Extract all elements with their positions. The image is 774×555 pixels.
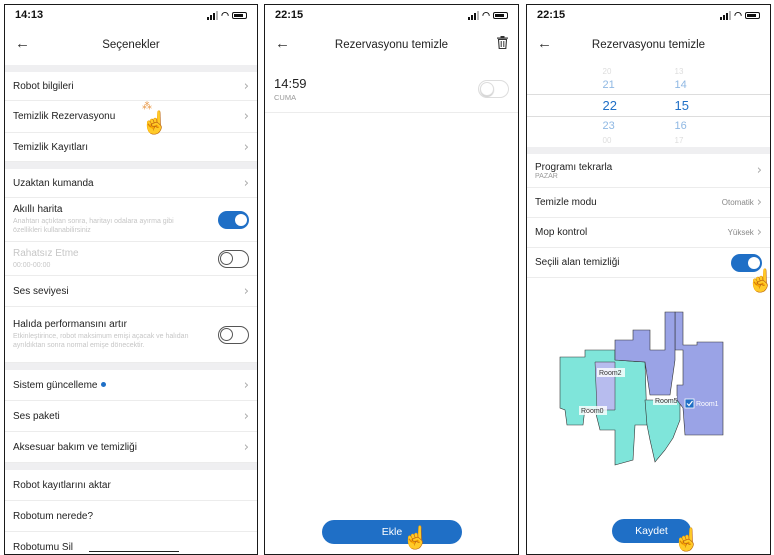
chevron-right-icon: › (243, 439, 249, 455)
battery-icon (232, 11, 247, 19)
trash-icon[interactable] (497, 36, 508, 49)
page-title: Rezervasyonu temizle (591, 39, 706, 51)
wifi-icon: ◠ (482, 9, 490, 20)
chevron-right-icon: › (243, 78, 249, 94)
chevron-right-icon: › (756, 163, 762, 178)
chevron-right-icon: › (243, 175, 249, 191)
status-time: 22:15 (537, 9, 566, 21)
row-dnd: Rahatsız Etme 00:00-00:00 (5, 242, 257, 276)
row-carpet: Halıda performansını artır Etkinleştirinc… (5, 307, 257, 363)
status-bar: 14:13 ◠ (5, 5, 257, 25)
chevron-right-icon: › (243, 408, 249, 424)
update-dot-badge (101, 382, 107, 388)
nav-bar: ← Rezervasyonu temizle (527, 25, 770, 65)
schedule-time: 14:59 (274, 75, 307, 91)
chevron-right-icon: › (756, 225, 762, 240)
status-time: 14:13 (15, 9, 44, 21)
schedule-edit-screen: 22:15 ◠ ← Rezervasyonu temizle 20 13 21 14… (526, 4, 771, 555)
wifi-icon: ◠ (221, 9, 229, 20)
options-screen: 14:13 ◠ ← Seçenekler Robot bilgileri › Te… (4, 4, 258, 555)
smart-map-toggle[interactable] (218, 210, 249, 229)
tap-hand-icon: ☝ (747, 270, 770, 292)
tap-hand-icon: ☝ (141, 110, 169, 135)
tap-hand-icon: ☝ (402, 525, 430, 550)
wifi-icon: ◠ (734, 9, 742, 20)
row-volume[interactable]: Ses seviyesi › (5, 276, 257, 307)
room-label-0: Room0 (581, 408, 604, 415)
nav-bar: ← Seçenekler (5, 25, 257, 65)
room-label-2: Room2 (599, 370, 622, 377)
page-title: Rezervasyonu temizle (334, 39, 449, 51)
row-robot-info[interactable]: Robot bilgileri › (5, 72, 257, 101)
chevron-right-icon: › (243, 139, 249, 155)
row-remote[interactable]: Uzaktan kumanda › (5, 169, 257, 198)
status-bar: 22:15 ◠ (265, 5, 518, 25)
room-map[interactable]: Room2 Room5 Room0 Room1 (555, 300, 735, 475)
signal-icon (468, 10, 480, 20)
signal-icon (207, 10, 219, 20)
row-clean-reservation[interactable]: Temizlik Rezervasyonu › (5, 101, 257, 133)
nav-bar: ← Rezervasyonu temizle (265, 25, 518, 65)
add-button[interactable]: Ekle (322, 520, 462, 544)
row-export-logs[interactable]: Robot kayıtlarını aktar (5, 470, 257, 501)
schedule-toggle[interactable] (478, 79, 509, 98)
room-check-icon (684, 398, 695, 409)
schedule-day: CUMA (274, 92, 297, 102)
row-clean-logs[interactable]: Temizlik Kayıtları › (5, 133, 257, 162)
dnd-toggle[interactable] (218, 249, 249, 268)
picker-selected: 22 15 (602, 98, 689, 113)
row-voice-pack[interactable]: Ses paketi › (5, 401, 257, 432)
time-picker[interactable]: 20 13 21 14 22 15 23 16 00 17 (527, 65, 770, 147)
battery-icon (745, 11, 760, 19)
chevron-right-icon: › (243, 109, 249, 124)
row-area-clean: Seçili alan temizliği (527, 248, 770, 278)
back-arrow-icon[interactable]: ← (15, 35, 30, 53)
schedule-list-screen: 22:15 ◠ ← Rezervasyonu temizle 14:59 CUMA… (264, 4, 519, 555)
room-label-1: Room1 (696, 401, 719, 408)
page-title: Seçenekler (102, 39, 160, 51)
room-label-5: Room5 (655, 398, 678, 405)
back-arrow-icon[interactable]: ← (275, 35, 290, 53)
chevron-right-icon: › (243, 377, 249, 393)
back-arrow-icon[interactable]: ← (537, 35, 552, 53)
row-accessory[interactable]: Aksesuar bakım ve temizliği › (5, 432, 257, 463)
schedule-item[interactable]: 14:59 CUMA (265, 65, 518, 113)
row-mop-control[interactable]: Mop kontrol Yüksek › (527, 218, 770, 248)
carpet-boost-toggle[interactable] (218, 325, 249, 344)
chevron-right-icon: › (756, 195, 762, 210)
battery-icon (493, 11, 508, 19)
home-indicator (89, 551, 179, 552)
row-clean-mode[interactable]: Temizle modu Otomatik › (527, 188, 770, 218)
status-bar: 22:15 ◠ (527, 5, 770, 25)
row-repeat[interactable]: Programı tekrarla PAZAR › (527, 154, 770, 188)
chevron-right-icon: › (243, 283, 249, 299)
row-system-update[interactable]: Sistem güncelleme › (5, 370, 257, 401)
row-smart-map: Akıllı harita Anahtarı açtıktan sonra, ha… (5, 198, 257, 242)
signal-icon (720, 10, 732, 20)
row-find-robot[interactable]: Robotum nerede? (5, 501, 257, 532)
tap-hand-icon: ☝ (673, 527, 701, 552)
status-time: 22:15 (275, 9, 304, 21)
